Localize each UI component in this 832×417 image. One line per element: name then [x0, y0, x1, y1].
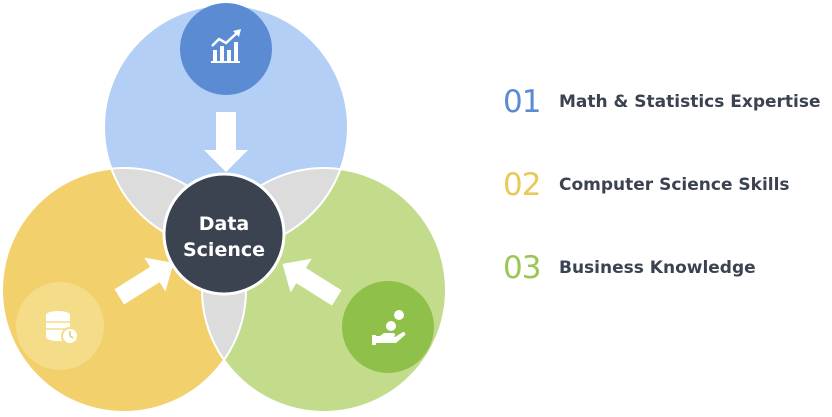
- legend-item-business: 03 Business Knowledge: [503, 248, 831, 288]
- legend-label: Math & Statistics Expertise: [559, 92, 821, 112]
- center-label-line1: Data: [199, 213, 250, 235]
- legend-item-cs: 02 Computer Science Skills: [503, 165, 831, 205]
- legend-number: 02: [503, 167, 541, 203]
- center-label-line2: Science: [183, 239, 265, 261]
- legend-label: Computer Science Skills: [559, 175, 790, 195]
- math-badge: [180, 3, 272, 95]
- legend-number: 03: [503, 250, 541, 286]
- legend-label: Business Knowledge: [559, 258, 756, 278]
- venn-diagram: Data Science: [1, 3, 447, 413]
- legend-item-math: 01 Math & Statistics Expertise: [503, 82, 831, 122]
- legend-number: 01: [503, 84, 541, 120]
